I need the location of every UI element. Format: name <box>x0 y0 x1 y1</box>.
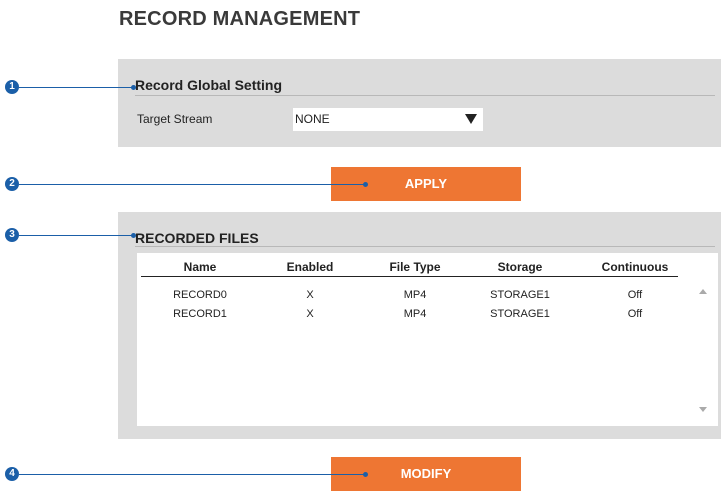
callout-badge-3: 3 <box>5 228 19 242</box>
column-header-name: Name <box>183 260 217 274</box>
row-enabled: X <box>306 308 314 320</box>
callout-line-1 <box>19 87 133 88</box>
scroll-up-icon[interactable] <box>699 289 707 294</box>
callout-dot-4 <box>363 472 368 477</box>
row-file-type: MP4 <box>403 289 427 301</box>
target-stream-label: Target Stream <box>137 112 213 126</box>
column-header-enabled: Enabled <box>286 260 334 274</box>
global-setting-divider <box>135 95 715 96</box>
callout-line-4 <box>19 474 365 475</box>
row-continuous: Off <box>627 308 643 320</box>
row-name: RECORD0 <box>173 289 227 301</box>
row-file-type: MP4 <box>403 308 427 320</box>
column-header-file-type: File Type <box>389 260 441 274</box>
recorded-files-title: RECORDED FILES <box>135 230 259 246</box>
callout-badge-4: 4 <box>5 467 19 481</box>
callout-badge-1: 1 <box>5 80 19 94</box>
column-header-continuous: Continuous <box>601 260 669 274</box>
global-setting-title: Record Global Setting <box>135 77 283 93</box>
global-setting-panel <box>118 59 721 147</box>
callout-badge-2: 2 <box>5 177 19 191</box>
row-name: RECORD1 <box>173 308 227 320</box>
scroll-down-icon[interactable] <box>699 407 707 412</box>
row-continuous: Off <box>627 289 643 301</box>
target-stream-select[interactable]: NONE <box>293 108 483 131</box>
callout-line-2 <box>19 184 365 185</box>
table-header-divider <box>141 276 678 277</box>
dropdown-arrow-icon <box>465 114 477 124</box>
callout-dot-1 <box>131 85 136 90</box>
recorded-files-divider <box>135 246 715 247</box>
target-stream-value: NONE <box>295 112 330 126</box>
page-title: RECORD MANAGEMENT <box>119 8 361 30</box>
column-header-storage: Storage <box>497 260 543 274</box>
row-enabled: X <box>306 289 314 301</box>
callout-dot-3 <box>131 233 136 238</box>
recorded-files-table: Name Enabled File Type Storage Continuou… <box>137 253 718 426</box>
row-storage: STORAGE1 <box>490 308 550 320</box>
row-storage: STORAGE1 <box>490 289 550 301</box>
callout-line-3 <box>19 235 133 236</box>
callout-dot-2 <box>363 182 368 187</box>
